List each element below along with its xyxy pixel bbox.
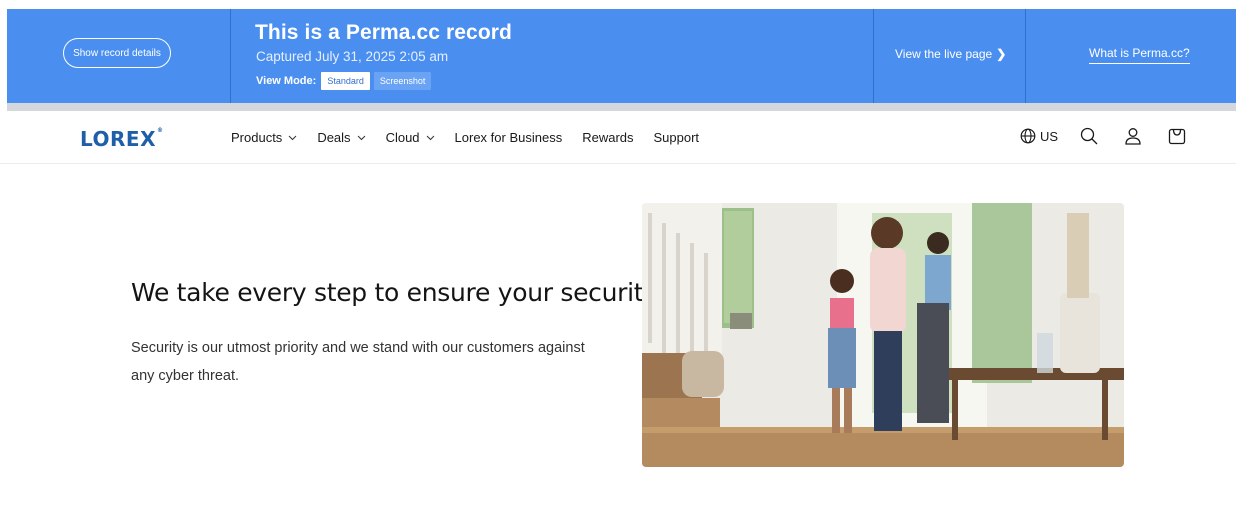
globe-icon — [1020, 128, 1036, 144]
banner-divider — [1025, 9, 1026, 103]
view-mode-screenshot-button[interactable]: Screenshot — [373, 72, 432, 90]
hero-title: We take every step to ensure your securi… — [131, 278, 658, 307]
menu-item-label: Lorex for Business — [454, 130, 563, 145]
view-live-page-link[interactable]: View the live page ❯ — [895, 47, 1006, 61]
menu-item-label: Cloud — [385, 130, 420, 145]
view-mode-switcher: View Mode: Standard Screenshot — [256, 72, 432, 90]
banner-divider — [873, 9, 874, 103]
record-title: This is a Perma.cc record — [255, 21, 512, 44]
menu-item-label: Products — [231, 130, 283, 145]
locale-selector[interactable]: US — [1020, 128, 1058, 144]
site-header: LOREX® Products Deals Cloud Lorex for Bu… — [0, 111, 1236, 164]
menu-item-lorex-for-business[interactable]: Lorex for Business — [455, 130, 563, 145]
menu-item-label: Support — [653, 130, 700, 145]
view-live-page-label: View the live page — [895, 47, 993, 61]
banner-bottom-strip — [7, 103, 1236, 111]
locale-label: US — [1040, 128, 1059, 144]
view-mode-label: View Mode: — [256, 75, 317, 87]
view-mode-standard-button[interactable]: Standard — [321, 72, 370, 90]
search-icon[interactable] — [1078, 125, 1100, 147]
header-actions: US — [1020, 125, 1210, 147]
lorex-logo[interactable]: LOREX® — [80, 127, 164, 151]
chevron-down-icon — [357, 133, 366, 143]
logo-text: LOREX — [80, 127, 157, 151]
menu-item-deals[interactable]: Deals — [317, 130, 365, 145]
account-icon[interactable] — [1122, 125, 1144, 147]
hero-photo — [642, 203, 1124, 467]
banner-divider — [230, 9, 231, 103]
menu-item-rewards[interactable]: Rewards — [582, 130, 633, 145]
registered-mark: ® — [157, 127, 164, 135]
menu-item-products[interactable]: Products — [231, 130, 297, 145]
menu-item-cloud[interactable]: Cloud — [386, 130, 435, 145]
menu-item-label: Deals — [317, 130, 351, 145]
perma-banner: Show record details This is a Perma.cc r… — [7, 9, 1236, 103]
main-menu: Products Deals Cloud Lorex for Business … — [231, 130, 719, 145]
chevron-down-icon — [288, 133, 297, 143]
cart-icon[interactable] — [1166, 125, 1188, 147]
chevron-down-icon — [426, 133, 435, 143]
show-record-details-button[interactable]: Show record details — [63, 38, 171, 68]
menu-item-label: Rewards — [582, 130, 634, 145]
hero-body: Security is our utmost priority and we s… — [131, 340, 585, 384]
capture-date: Captured July 31, 2025 2:05 am — [256, 49, 449, 64]
menu-item-support[interactable]: Support — [654, 130, 700, 145]
what-is-perma-link[interactable]: What is Perma.cc? — [1089, 46, 1190, 64]
chevron-right-icon: ❯ — [996, 47, 1007, 61]
